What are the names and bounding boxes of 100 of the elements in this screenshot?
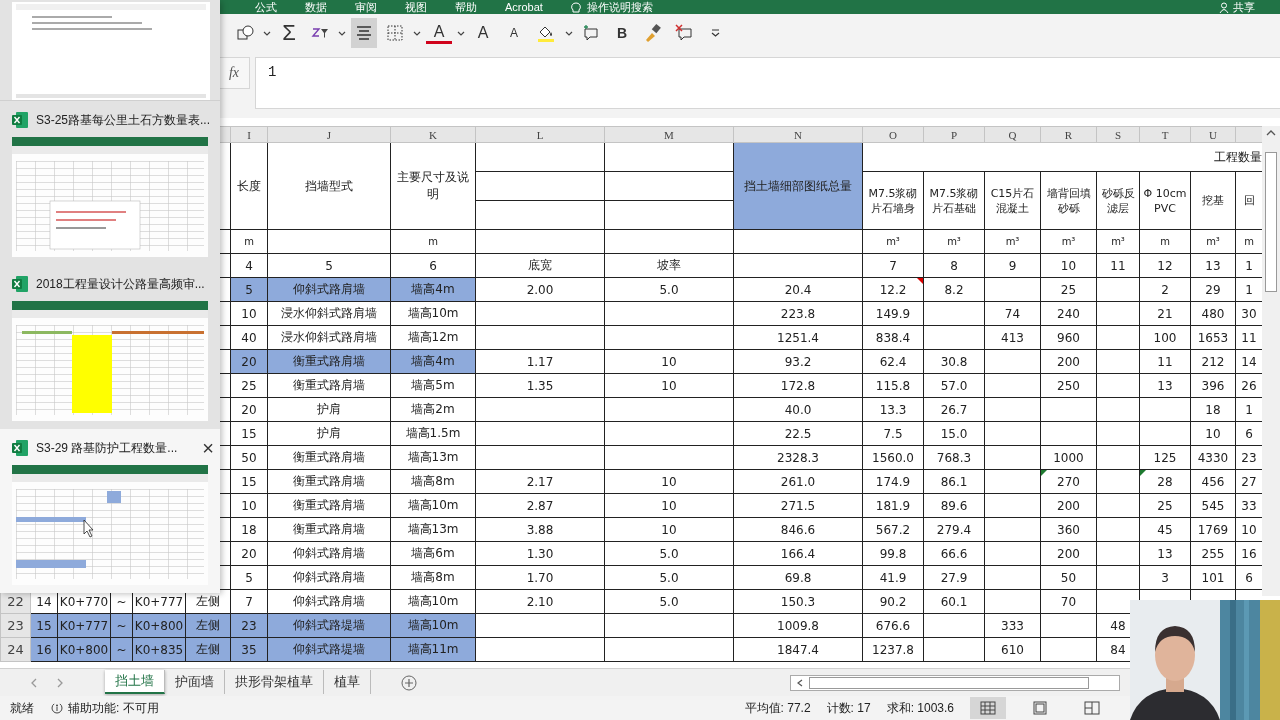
- column-header[interactable]: I: [230, 126, 268, 143]
- shrink-font-button[interactable]: A: [501, 18, 527, 48]
- row-header[interactable]: 23: [0, 613, 31, 638]
- share-button[interactable]: 共享: [1219, 0, 1255, 15]
- table-cell: 10: [1040, 253, 1097, 278]
- table-cell: 墙高10m: [390, 301, 476, 326]
- table-cell: 墙高2m: [390, 397, 476, 422]
- function-button[interactable]: fx: [218, 57, 250, 89]
- table-cell: 21: [1139, 301, 1191, 326]
- table-cell: 墙高5m: [390, 373, 476, 398]
- count-value: 计数: 17: [826, 699, 871, 717]
- column-title: 墙背回填砂砾: [1040, 171, 1097, 230]
- table-cell: 1653: [1190, 325, 1236, 350]
- table-cell: 护肩: [267, 421, 391, 446]
- ribbon-tab[interactable]: 视图: [405, 0, 427, 15]
- ribbon-tab[interactable]: 公式: [255, 0, 277, 15]
- caret-icon[interactable]: [457, 30, 465, 36]
- table-cell: 838.4: [862, 325, 924, 350]
- grow-font-button[interactable]: A: [470, 18, 496, 48]
- search-hint[interactable]: 操作说明搜索: [586, 0, 653, 15]
- horizontal-scrollbar[interactable]: [790, 674, 1120, 691]
- table-cell: 74: [984, 301, 1041, 326]
- row-header[interactable]: 24: [0, 637, 31, 662]
- table-cell: 200: [1040, 541, 1097, 566]
- column-header[interactable]: J: [267, 126, 391, 143]
- column-header[interactable]: T: [1139, 126, 1191, 143]
- align-center-button[interactable]: [351, 18, 377, 48]
- shapes-icon: [236, 24, 254, 42]
- status-text: 就绪: [10, 699, 34, 717]
- unit-cell: m³: [923, 229, 985, 254]
- column-header[interactable]: L: [475, 126, 605, 143]
- ribbon-tab[interactable]: 帮助: [455, 0, 477, 15]
- column-header[interactable]: M: [604, 126, 734, 143]
- close-button[interactable]: ×: [202, 438, 214, 458]
- table-cell: 567.2: [862, 517, 924, 542]
- ribbon-tab[interactable]: 数据: [305, 0, 327, 15]
- table-cell: 13: [1190, 253, 1236, 278]
- next-sheet-icon[interactable]: [56, 677, 64, 688]
- column-header[interactable]: P: [923, 126, 985, 143]
- scroll-left-icon[interactable]: [797, 678, 803, 687]
- caret-icon[interactable]: [263, 30, 271, 36]
- table-cell: 4330: [1190, 445, 1236, 470]
- sheet-tab[interactable]: 植草: [324, 669, 371, 694]
- scroll-up-icon[interactable]: [1266, 130, 1276, 136]
- table-cell: 6: [390, 253, 476, 278]
- table-cell: 768.3: [923, 445, 985, 470]
- table-cell: 125: [1139, 445, 1191, 470]
- table-cell: 7: [862, 253, 924, 278]
- sheet-tab[interactable]: 挡土墙: [105, 669, 165, 694]
- column-header[interactable]: Q: [984, 126, 1041, 143]
- column-header[interactable]: N: [733, 126, 863, 143]
- unit-cell: m³: [1096, 229, 1140, 254]
- thumbnail-title[interactable]: S3-25路基每公里土石方数量表...: [36, 111, 211, 129]
- add-sheet-icon[interactable]: [401, 674, 417, 691]
- lightbulb-icon[interactable]: [570, 1, 581, 13]
- table-cell: 255: [1190, 541, 1236, 566]
- column-title: Φ 10cmPVC: [1139, 171, 1191, 230]
- ribbon-tab[interactable]: Acrobat: [505, 1, 543, 13]
- accessibility-status[interactable]: 辅助功能: 不可用: [68, 699, 159, 717]
- page-icon: [1032, 701, 1048, 715]
- column-header[interactable]: O: [862, 126, 924, 143]
- scrollbar-thumb[interactable]: [809, 676, 1089, 689]
- ribbon-tab[interactable]: 审阅: [355, 0, 377, 15]
- normal-view-button[interactable]: [970, 697, 1006, 719]
- table-cell: 20.4: [733, 277, 863, 302]
- scrollbar-thumb[interactable]: [1265, 152, 1277, 292]
- sheet-tab[interactable]: 拱形骨架植草: [225, 669, 324, 694]
- column-header[interactable]: U: [1190, 126, 1236, 143]
- column-header[interactable]: R: [1040, 126, 1097, 143]
- table-cell: 底宽: [475, 253, 605, 278]
- overflow-icon: [710, 29, 720, 37]
- table-cell: 7.5: [862, 421, 924, 446]
- autosum-button[interactable]: Σ: [276, 18, 302, 48]
- formula-input[interactable]: 1: [255, 57, 1280, 109]
- table-cell: 93.2: [733, 349, 863, 374]
- table-cell: 3: [1139, 565, 1191, 590]
- caret-icon[interactable]: [413, 30, 421, 36]
- table-cell: 衡重式路肩墙: [267, 445, 391, 470]
- previous-sheet-icon[interactable]: [30, 677, 38, 688]
- accessibility-icon[interactable]: [50, 701, 64, 715]
- font-color-button[interactable]: A: [426, 22, 452, 44]
- excel-icon: [12, 112, 28, 128]
- column-title: 挡墙型式: [267, 142, 391, 230]
- table-cell: 480: [1190, 301, 1236, 326]
- caret-icon[interactable]: [565, 30, 573, 36]
- table-cell: 衡重式路肩墙: [267, 349, 391, 374]
- vertical-scrollbar[interactable]: [1262, 126, 1280, 596]
- bold-button[interactable]: B: [609, 18, 635, 48]
- table-cell: 223.8: [733, 301, 863, 326]
- table-cell: 10: [1190, 421, 1236, 446]
- table-cell: 仰斜式路肩墙: [267, 589, 391, 614]
- table-cell: 10: [604, 493, 734, 518]
- column-header[interactable]: S: [1096, 126, 1140, 143]
- caret-icon[interactable]: [338, 30, 346, 36]
- sheet-tab[interactable]: 护面墙: [165, 669, 225, 694]
- thumbnail-title[interactable]: 2018工程量设计公路量高频审...: [36, 275, 205, 293]
- column-header[interactable]: K: [390, 126, 476, 143]
- table-cell: 240: [1040, 301, 1097, 326]
- table-cell: 墙高10m: [390, 493, 476, 518]
- thumbnail-title[interactable]: S3-29 路基防护工程数量...: [36, 439, 178, 457]
